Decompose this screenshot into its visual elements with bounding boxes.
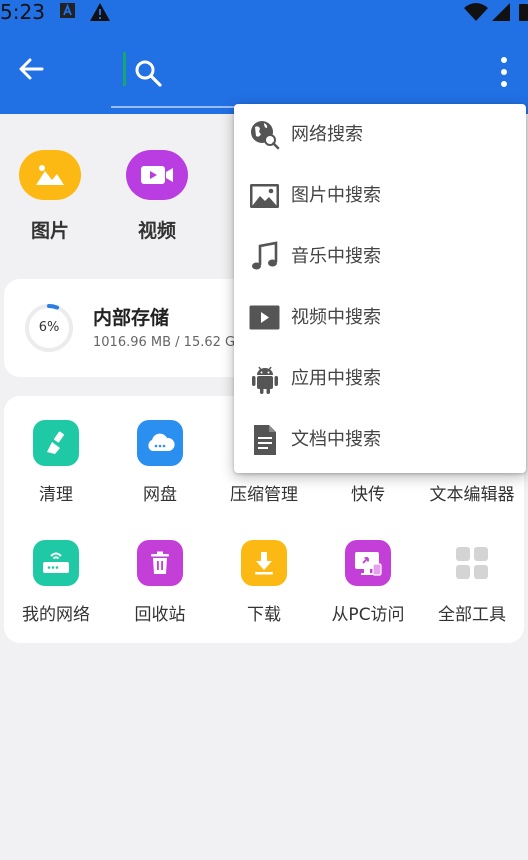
menu-item-document-search[interactable]: 文档中搜索 — [234, 409, 526, 470]
tool-label: 快传 — [351, 485, 385, 505]
menu-item-label: 网络搜索 — [291, 124, 363, 145]
image-icon — [19, 150, 81, 200]
trash-icon — [137, 540, 183, 586]
menu-item-image-search[interactable]: 图片中搜索 — [234, 165, 526, 226]
status-time: 5:23 — [0, 0, 45, 24]
tool-all-tools[interactable]: 全部工具 — [420, 540, 524, 625]
tool-label: 下载 — [247, 605, 281, 625]
menu-item-music-search[interactable]: 音乐中搜索 — [234, 226, 526, 287]
tool-label: 文本编辑器 — [429, 485, 515, 505]
cloud-drive-icon — [137, 420, 183, 466]
menu-item-label: 应用中搜索 — [291, 368, 381, 389]
music-note-icon — [249, 240, 280, 272]
quick-access-images[interactable]: 图片 — [19, 150, 81, 243]
pc-access-icon — [345, 540, 391, 586]
storage-title: 内部存储 — [93, 307, 170, 329]
wifi-icon — [464, 3, 488, 21]
quick-access-label: 图片 — [30, 220, 69, 242]
tool-cloud-drive[interactable]: 网盘 — [108, 420, 212, 505]
search-text-cursor — [123, 52, 126, 86]
menu-item-web-search[interactable]: 网络搜索 — [234, 104, 526, 165]
menu-item-label: 文档中搜索 — [291, 429, 381, 450]
video-icon — [126, 150, 188, 200]
app-bar — [0, 24, 528, 114]
battery-icon — [519, 4, 528, 21]
globe-search-icon — [249, 119, 280, 150]
document-icon — [249, 424, 280, 455]
search-scope-menu: 网络搜索 图片中搜索 音乐中搜索 视频中搜索 应用中搜索 文档中搜索 — [234, 104, 526, 473]
search-icon[interactable] — [133, 58, 163, 88]
tool-recycle-bin[interactable]: 回收站 — [108, 540, 212, 625]
menu-item-label: 视频中搜索 — [291, 307, 381, 328]
clean-brush-icon — [33, 420, 79, 466]
menu-item-video-search[interactable]: 视频中搜索 — [234, 287, 526, 348]
tool-label: 从PC访问 — [331, 605, 405, 625]
tool-clean[interactable]: 清理 — [4, 420, 108, 505]
menu-item-label: 图片中搜索 — [291, 185, 381, 206]
tool-label: 压缩管理 — [230, 485, 298, 505]
tool-label: 清理 — [39, 485, 73, 505]
tool-label: 我的网络 — [22, 605, 90, 625]
search-input-underline[interactable] — [111, 106, 239, 108]
quick-access-label: 视频 — [137, 220, 176, 242]
notification-a-icon — [60, 3, 75, 18]
menu-item-app-search[interactable]: 应用中搜索 — [234, 348, 526, 409]
download-icon — [241, 540, 287, 586]
tool-pc-access[interactable]: 从PC访问 — [316, 540, 420, 625]
android-icon — [249, 363, 280, 394]
tool-label: 网盘 — [143, 485, 177, 505]
storage-detail: 1016.96 MB / 15.62 G — [93, 335, 236, 350]
grid-icon — [449, 540, 495, 586]
back-arrow-icon[interactable] — [14, 52, 48, 86]
tool-label: 回收站 — [134, 605, 186, 625]
storage-percent: 6% — [38, 320, 60, 335]
picture-icon — [249, 180, 280, 211]
tool-label: 全部工具 — [438, 605, 506, 625]
play-icon — [249, 302, 280, 333]
status-bar: 5:23 — [0, 0, 528, 24]
tool-my-network[interactable]: 我的网络 — [4, 540, 108, 625]
menu-item-label: 音乐中搜索 — [291, 246, 381, 267]
more-options-icon[interactable] — [494, 54, 514, 90]
cell-signal-icon — [492, 3, 510, 21]
quick-access-videos[interactable]: 视频 — [126, 150, 188, 243]
tool-download[interactable]: 下载 — [212, 540, 316, 625]
router-icon — [33, 540, 79, 586]
warning-icon — [90, 3, 110, 21]
